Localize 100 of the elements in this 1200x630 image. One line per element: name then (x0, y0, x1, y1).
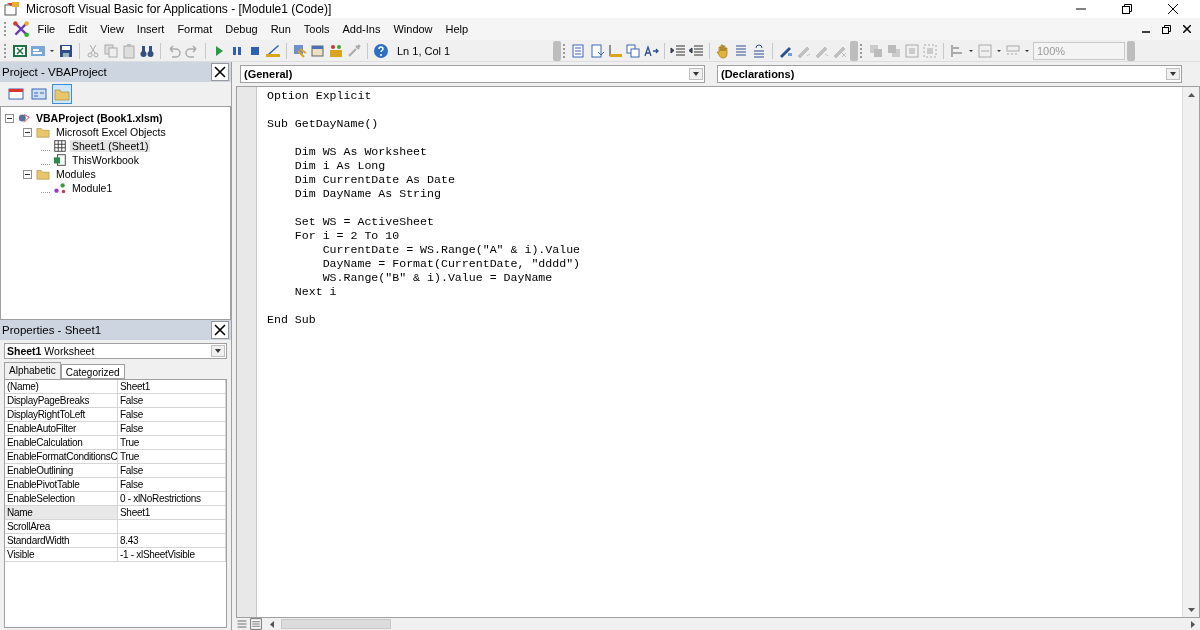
window-title: Microsoft Visual Basic for Applications - [Module1 (Code)] (26, 2, 333, 16)
property-value[interactable]: False (118, 478, 226, 492)
menu-item[interactable]: Edit (62, 21, 93, 37)
tree-item[interactable]: ThisWorkbook (70, 154, 141, 166)
pages-icon[interactable] (625, 42, 641, 59)
tree-item[interactable]: Microsoft Excel Objects (54, 126, 168, 138)
indent-icon[interactable] (670, 42, 686, 59)
menu-item[interactable]: Help (440, 21, 474, 37)
close-icon (214, 324, 226, 336)
menu-item[interactable]: View (94, 21, 130, 37)
property-name[interactable]: EnableAutoFilter (5, 422, 118, 436)
property-name[interactable]: EnableFormatConditionsC (5, 450, 118, 464)
undo-icon[interactable] (166, 42, 182, 59)
page-ruler-icon[interactable] (607, 42, 623, 59)
lines-icon[interactable] (733, 42, 749, 59)
property-name[interactable]: EnablePivotTable (5, 478, 118, 492)
property-name[interactable]: ScrollArea (5, 520, 118, 534)
property-name[interactable]: DisplayPageBreaks (5, 394, 118, 408)
scroll-thumb[interactable] (281, 619, 391, 629)
left-arrow-icon (269, 620, 274, 628)
menu-item[interactable]: Debug (219, 21, 264, 37)
back-squares-icon[interactable] (886, 42, 902, 59)
property-name[interactable]: StandardWidth (5, 534, 118, 548)
workbook-icon (53, 153, 67, 167)
menu-item[interactable]: Add-Ins (337, 21, 386, 37)
scissors-icon[interactable] (85, 42, 101, 59)
tree-item[interactable]: VBAProject (Book1.xlsm) (34, 112, 165, 124)
close-icon[interactable] (1183, 25, 1191, 33)
toolbar-options[interactable] (1127, 40, 1135, 61)
code-line: Dim CurrentDate As Date (293, 173, 456, 187)
tree-item[interactable]: Sheet1 (Sheet1) (70, 140, 151, 152)
ruler-pencil-icon[interactable] (265, 42, 281, 59)
menu-item[interactable]: Insert (131, 21, 170, 37)
folder-icon (35, 125, 51, 139)
toolbar-options[interactable] (553, 40, 561, 61)
align-icon[interactable] (949, 42, 965, 59)
property-value[interactable]: False (118, 408, 226, 422)
help-icon[interactable] (373, 42, 389, 59)
menu-item[interactable]: Tools (298, 21, 335, 37)
code-line: Next i (293, 285, 338, 299)
property-name[interactable]: Name (5, 506, 118, 520)
spreadsheet-icon[interactable] (12, 42, 28, 59)
object-dropdown[interactable]: (General) (240, 65, 705, 83)
code-line: CurrentDate = WS.Range("A" & i).Value (321, 243, 582, 257)
up-arrow-icon (1187, 92, 1195, 97)
toolbar-options[interactable] (850, 40, 858, 61)
property-value[interactable]: -1 - xlSheetVisible (118, 548, 226, 562)
collapse-toggle[interactable] (5, 113, 14, 123)
outdent-icon[interactable] (688, 42, 704, 59)
object-dropdown[interactable]: Sheet1 Worksheet (4, 343, 227, 359)
sheet-icon (53, 139, 67, 153)
lines-arrow-icon[interactable] (751, 42, 767, 59)
code-line: Dim DayName As String (293, 187, 442, 201)
code-line: Sub GetDayName() (267, 117, 380, 131)
menu-item[interactable]: Window (387, 21, 439, 37)
property-value[interactable]: True (118, 436, 226, 450)
tab[interactable]: Categorized (60, 364, 125, 379)
pane-title: Project - VBAProject (2, 66, 107, 78)
tree-item[interactable]: Modules (54, 168, 98, 180)
close-button[interactable] (211, 321, 229, 339)
full-module-view-icon[interactable] (250, 618, 262, 630)
code-line: Dim WS As Worksheet (293, 145, 429, 159)
property-value[interactable]: Sheet1 (118, 380, 226, 394)
property-value[interactable]: Sheet1 (118, 506, 226, 520)
tab[interactable]: Alphabetic (4, 362, 61, 379)
procedure-view-icon[interactable] (236, 618, 248, 630)
close-icon (1168, 4, 1178, 14)
property-name[interactable]: (Name) (5, 380, 118, 394)
collapse-toggle[interactable] (23, 169, 32, 179)
collapse-toggle[interactable] (23, 127, 32, 137)
window-icon (8, 86, 24, 102)
tree-item[interactable]: Module1 (70, 182, 115, 194)
property-value[interactable]: 8.43 (118, 534, 226, 548)
copy-icon[interactable] (103, 42, 119, 59)
tool-box-icon[interactable] (328, 42, 344, 59)
property-name[interactable]: EnableCalculation (5, 436, 118, 450)
clipboard-icon[interactable] (121, 42, 137, 59)
list-icon[interactable] (571, 42, 587, 59)
property-value[interactable]: True (118, 450, 226, 464)
property-value[interactable]: 0 - xlNoRestrictions (118, 492, 226, 506)
redo-icon[interactable] (184, 42, 200, 59)
restore-icon (1122, 4, 1132, 14)
property-value[interactable]: False (118, 422, 226, 436)
vba-logo-icon (12, 20, 30, 38)
front-squares-icon[interactable] (868, 42, 884, 59)
close-button[interactable] (211, 63, 229, 81)
procedure-dropdown[interactable]: (Declarations) (717, 65, 1182, 83)
hand-icon[interactable] (715, 42, 731, 59)
menu-item[interactable]: Run (265, 21, 297, 37)
property-value[interactable]: False (118, 394, 226, 408)
property-name[interactable]: DisplayRightToLeft (5, 408, 118, 422)
menu-item[interactable]: File (32, 21, 61, 37)
property-name[interactable]: EnableSelection (5, 492, 118, 506)
property-name[interactable]: Visible (5, 548, 118, 562)
property-value[interactable]: False (118, 464, 226, 478)
property-name[interactable]: EnableOutlining (5, 464, 118, 478)
restore-icon[interactable] (1162, 24, 1171, 34)
property-value[interactable] (118, 520, 226, 534)
menu-item[interactable]: Format (171, 21, 218, 37)
toggle-folders-button[interactable] (52, 84, 72, 104)
